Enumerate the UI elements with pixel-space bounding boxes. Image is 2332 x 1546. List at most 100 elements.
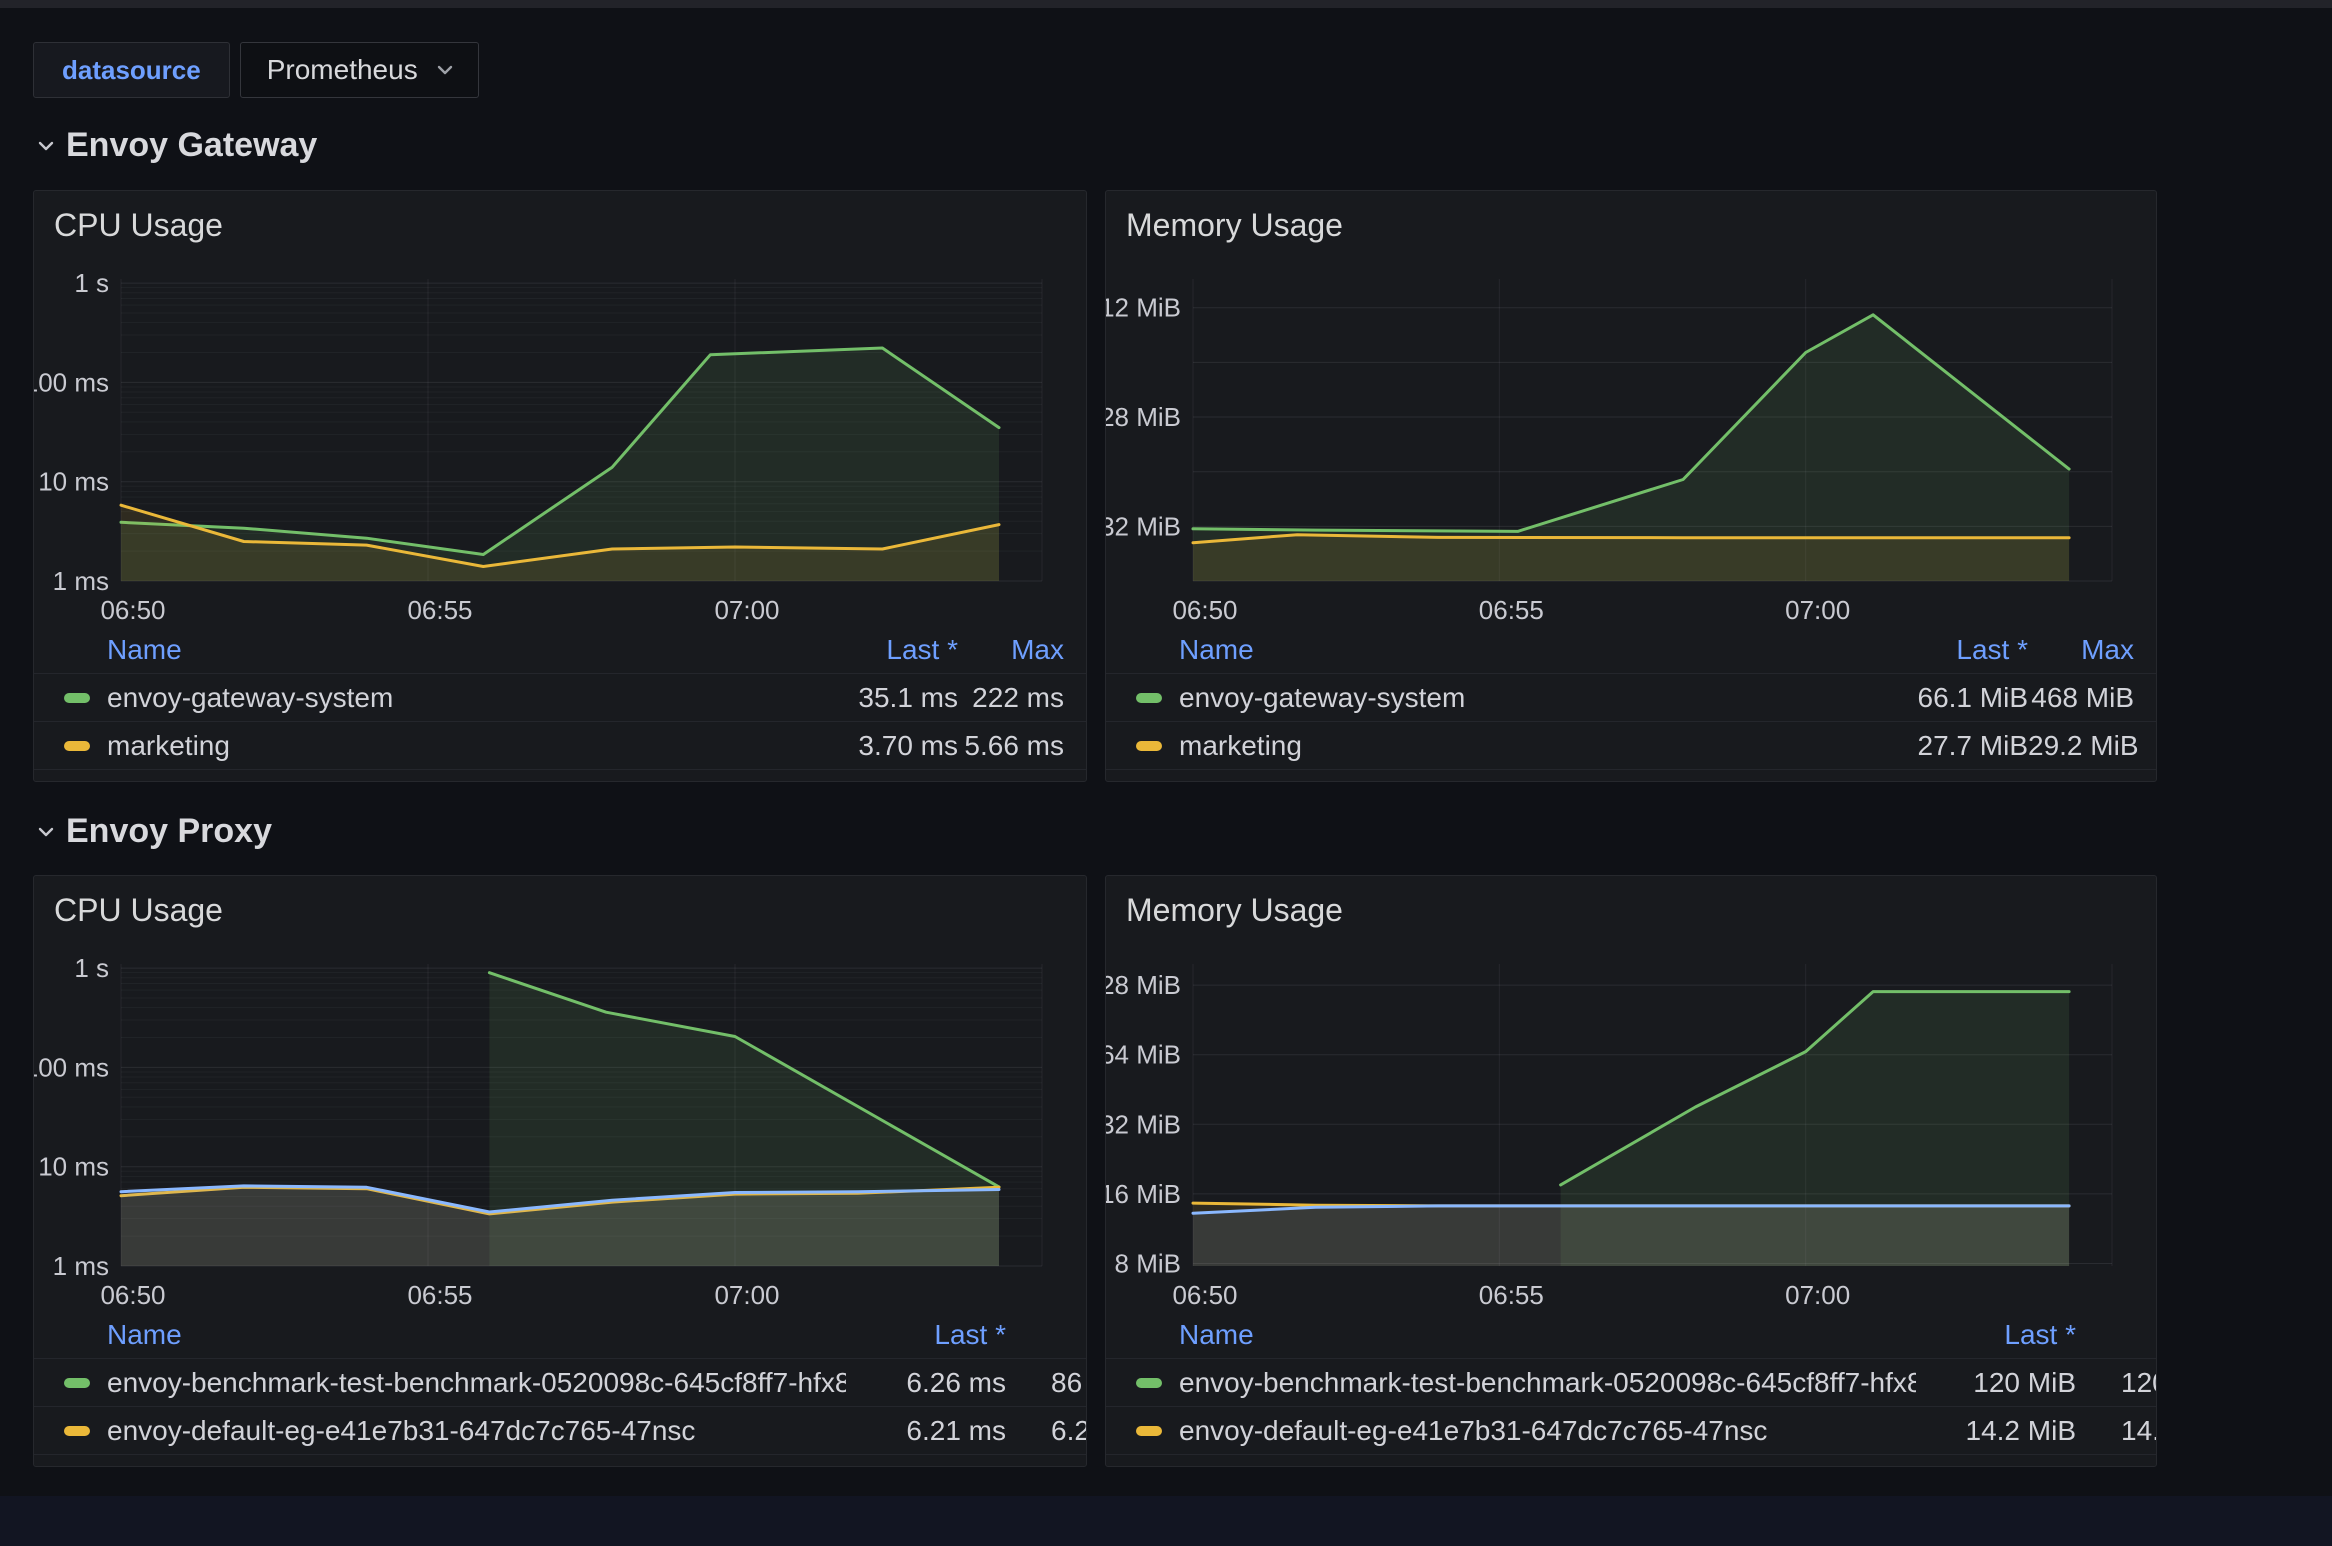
legend-header-name[interactable]: Name [34, 1319, 846, 1351]
svg-text:100 ms: 100 ms [34, 367, 109, 397]
svg-text:32 MiB: 32 MiB [1106, 511, 1181, 541]
svg-text:32 MiB: 32 MiB [1106, 1109, 1181, 1139]
svg-text:8 MiB: 8 MiB [1115, 1248, 1181, 1278]
panel-cpu-usage-envoy-gateway: CPU Usage 1 s100 ms10 ms1 ms06:5006:5507… [33, 190, 1087, 782]
svg-text:07:00: 07:00 [714, 1280, 779, 1310]
svg-text:07:00: 07:00 [1785, 595, 1850, 625]
legend-last-value: 14.2 MiB [1916, 1463, 2076, 1468]
legend: Name Last * envoy-benchmark-test-benchma… [34, 1312, 1087, 1467]
legend-series-name[interactable]: marketing [1179, 730, 1302, 762]
legend-max-value: 14.2 [2076, 1415, 2157, 1447]
legend: Name Last * envoy-benchmark-test-benchma… [1106, 1312, 2157, 1467]
legend-max-value: 14.2 [2076, 1463, 2157, 1468]
svg-text:100 ms: 100 ms [34, 1052, 109, 1082]
legend-series-name[interactable]: envoy-marketing-eg-297f0cac-b8cd97d76-f2… [1179, 1463, 1784, 1468]
legend-row: envoy-default-eg-e41e7b31-647dc7c765-47n… [1106, 1406, 2157, 1454]
row-title: Envoy Gateway [66, 126, 317, 165]
panel-memory-usage-envoy-gateway: Memory Usage 512 MiB128 MiB32 MiB06:5006… [1105, 190, 2157, 782]
chevron-down-icon [434, 59, 456, 81]
legend-header-name[interactable]: Name [34, 634, 798, 666]
legend-header-name[interactable]: Name [1106, 1319, 1916, 1351]
svg-text:64 MiB: 64 MiB [1106, 1040, 1181, 1070]
svg-text:1 ms: 1 ms [53, 1251, 109, 1281]
svg-text:06:50: 06:50 [100, 1280, 165, 1310]
svg-text:06:55: 06:55 [407, 595, 472, 625]
svg-text:128 MiB: 128 MiB [1106, 402, 1181, 432]
legend-series-name[interactable]: envoy-gateway-system [107, 682, 393, 714]
datasource-picker-value: Prometheus [267, 54, 418, 86]
legend-last-value: 120 MiB [1916, 1367, 2076, 1399]
legend-header-last[interactable]: Last * [1916, 1319, 2076, 1351]
chevron-down-icon [36, 822, 56, 842]
row-header-envoy-proxy[interactable]: Envoy Proxy [36, 812, 272, 851]
legend-row: envoy-gateway-system 35.1 ms 222 ms [34, 674, 1086, 721]
legend: Name Last * Max envoy-gateway-system 35.… [34, 627, 1086, 770]
series-color-swatch [64, 693, 90, 703]
svg-text:06:50: 06:50 [1172, 595, 1237, 625]
timeseries-chart[interactable]: 1 s 100 ms 10 ms 1 ms06:50 06:55 07:00 [34, 876, 1087, 1316]
page-footer [0, 1496, 2332, 1546]
series-color-swatch [1136, 693, 1162, 703]
legend-header-max[interactable]: Max [2028, 634, 2156, 666]
svg-text:06:50: 06:50 [1172, 1280, 1237, 1310]
timeseries-chart[interactable]: 128 MiB64 MiB32 MiB16 MiB8 MiB06:5006:55… [1106, 876, 2157, 1316]
dashboard-variables-bar: datasource Prometheus [33, 42, 479, 98]
legend-header-last[interactable]: Last * [846, 1319, 1006, 1351]
series-color-swatch [64, 1378, 90, 1388]
legend-series-name[interactable]: envoy-default-eg-e41e7b31-647dc7c765-47n… [1179, 1415, 1767, 1447]
row-title: Envoy Proxy [66, 812, 272, 851]
datasource-picker[interactable]: Prometheus [240, 42, 479, 98]
svg-text:128 MiB: 128 MiB [1106, 970, 1181, 1000]
series-color-swatch [1136, 1426, 1162, 1436]
window-top-edge [0, 0, 2332, 8]
legend: Name Last * Max envoy-gateway-system 66.… [1106, 627, 2156, 770]
series-color-swatch [1136, 1378, 1162, 1388]
legend-max-value: 86 [1006, 1367, 1087, 1399]
legend-max-value: 5.66 ms [958, 730, 1086, 762]
grafana-dashboard: datasource Prometheus Envoy Gateway CPU … [0, 0, 2332, 1546]
legend-header-last[interactable]: Last * [798, 634, 958, 666]
series-color-swatch [64, 741, 90, 751]
legend-series-name[interactable]: envoy-marketing-eg-297f0cac-b8cd97d76-f2… [107, 1463, 712, 1468]
legend-header: Name Last * Max [34, 627, 1086, 674]
timeseries-chart[interactable]: 1 s100 ms10 ms1 ms06:5006:5507:00 [34, 191, 1087, 631]
svg-text:06:55: 06:55 [1479, 1280, 1544, 1310]
svg-text:10 ms: 10 ms [38, 467, 109, 497]
variable-label-text: datasource [62, 55, 201, 86]
legend-header: Name Last * Max [1106, 627, 2156, 674]
legend-series-name[interactable]: envoy-benchmark-test-benchmark-0520098c-… [1179, 1367, 1916, 1399]
row-header-envoy-gateway[interactable]: Envoy Gateway [36, 126, 317, 165]
legend-row: envoy-gateway-system 66.1 MiB 468 MiB [1106, 674, 2156, 721]
legend-row: envoy-marketing-eg-297f0cac-b8cd97d76-f2… [1106, 1454, 2157, 1467]
legend-series-name[interactable]: envoy-benchmark-test-benchmark-0520098c-… [107, 1367, 846, 1399]
legend-row: envoy-default-eg-e41e7b31-647dc7c765-47n… [34, 1406, 1087, 1454]
legend-max-value: 120 [2076, 1367, 2157, 1399]
legend-row: marketing 3.70 ms 5.66 ms [34, 721, 1086, 770]
svg-text:1 s: 1 s [74, 953, 109, 983]
legend-row: envoy-benchmark-test-benchmark-0520098c-… [34, 1359, 1087, 1406]
svg-text:06:55: 06:55 [407, 1280, 472, 1310]
legend-last-value: 35.1 ms [798, 682, 958, 714]
legend-series-name[interactable]: envoy-gateway-system [1179, 682, 1465, 714]
series-color-swatch [64, 1426, 90, 1436]
legend-row: marketing 27.7 MiB 29.2 MiB [1106, 721, 2156, 770]
svg-text:10 ms: 10 ms [38, 1152, 109, 1182]
svg-text:07:00: 07:00 [714, 595, 779, 625]
variable-label-datasource: datasource [33, 42, 230, 98]
legend-max-value: 222 ms [958, 682, 1086, 714]
panel-memory-usage-envoy-proxy: Memory Usage 128 MiB64 MiB32 MiB16 MiB8 … [1105, 875, 2157, 1467]
legend-header-name[interactable]: Name [1106, 634, 1868, 666]
legend-header-last[interactable]: Last * [1868, 634, 2028, 666]
chevron-down-icon [36, 136, 56, 156]
svg-text:1 ms: 1 ms [53, 566, 109, 596]
svg-text:06:50: 06:50 [100, 595, 165, 625]
legend-last-value: 3.70 ms [798, 730, 958, 762]
legend-max-value: 29.2 MiB [2028, 730, 2156, 762]
timeseries-chart[interactable]: 512 MiB128 MiB32 MiB06:5006:5507:00 [1106, 191, 2157, 631]
legend-header-max[interactable]: Max [958, 634, 1086, 666]
legend-header: Name Last * [1106, 1312, 2157, 1359]
legend-series-name[interactable]: marketing [107, 730, 230, 762]
legend-row: envoy-marketing-eg-297f0cac-b8cd97d76-f2… [34, 1454, 1087, 1467]
legend-series-name[interactable]: envoy-default-eg-e41e7b31-647dc7c765-47n… [107, 1415, 695, 1447]
legend-max-value: 6.2 [1006, 1415, 1087, 1447]
